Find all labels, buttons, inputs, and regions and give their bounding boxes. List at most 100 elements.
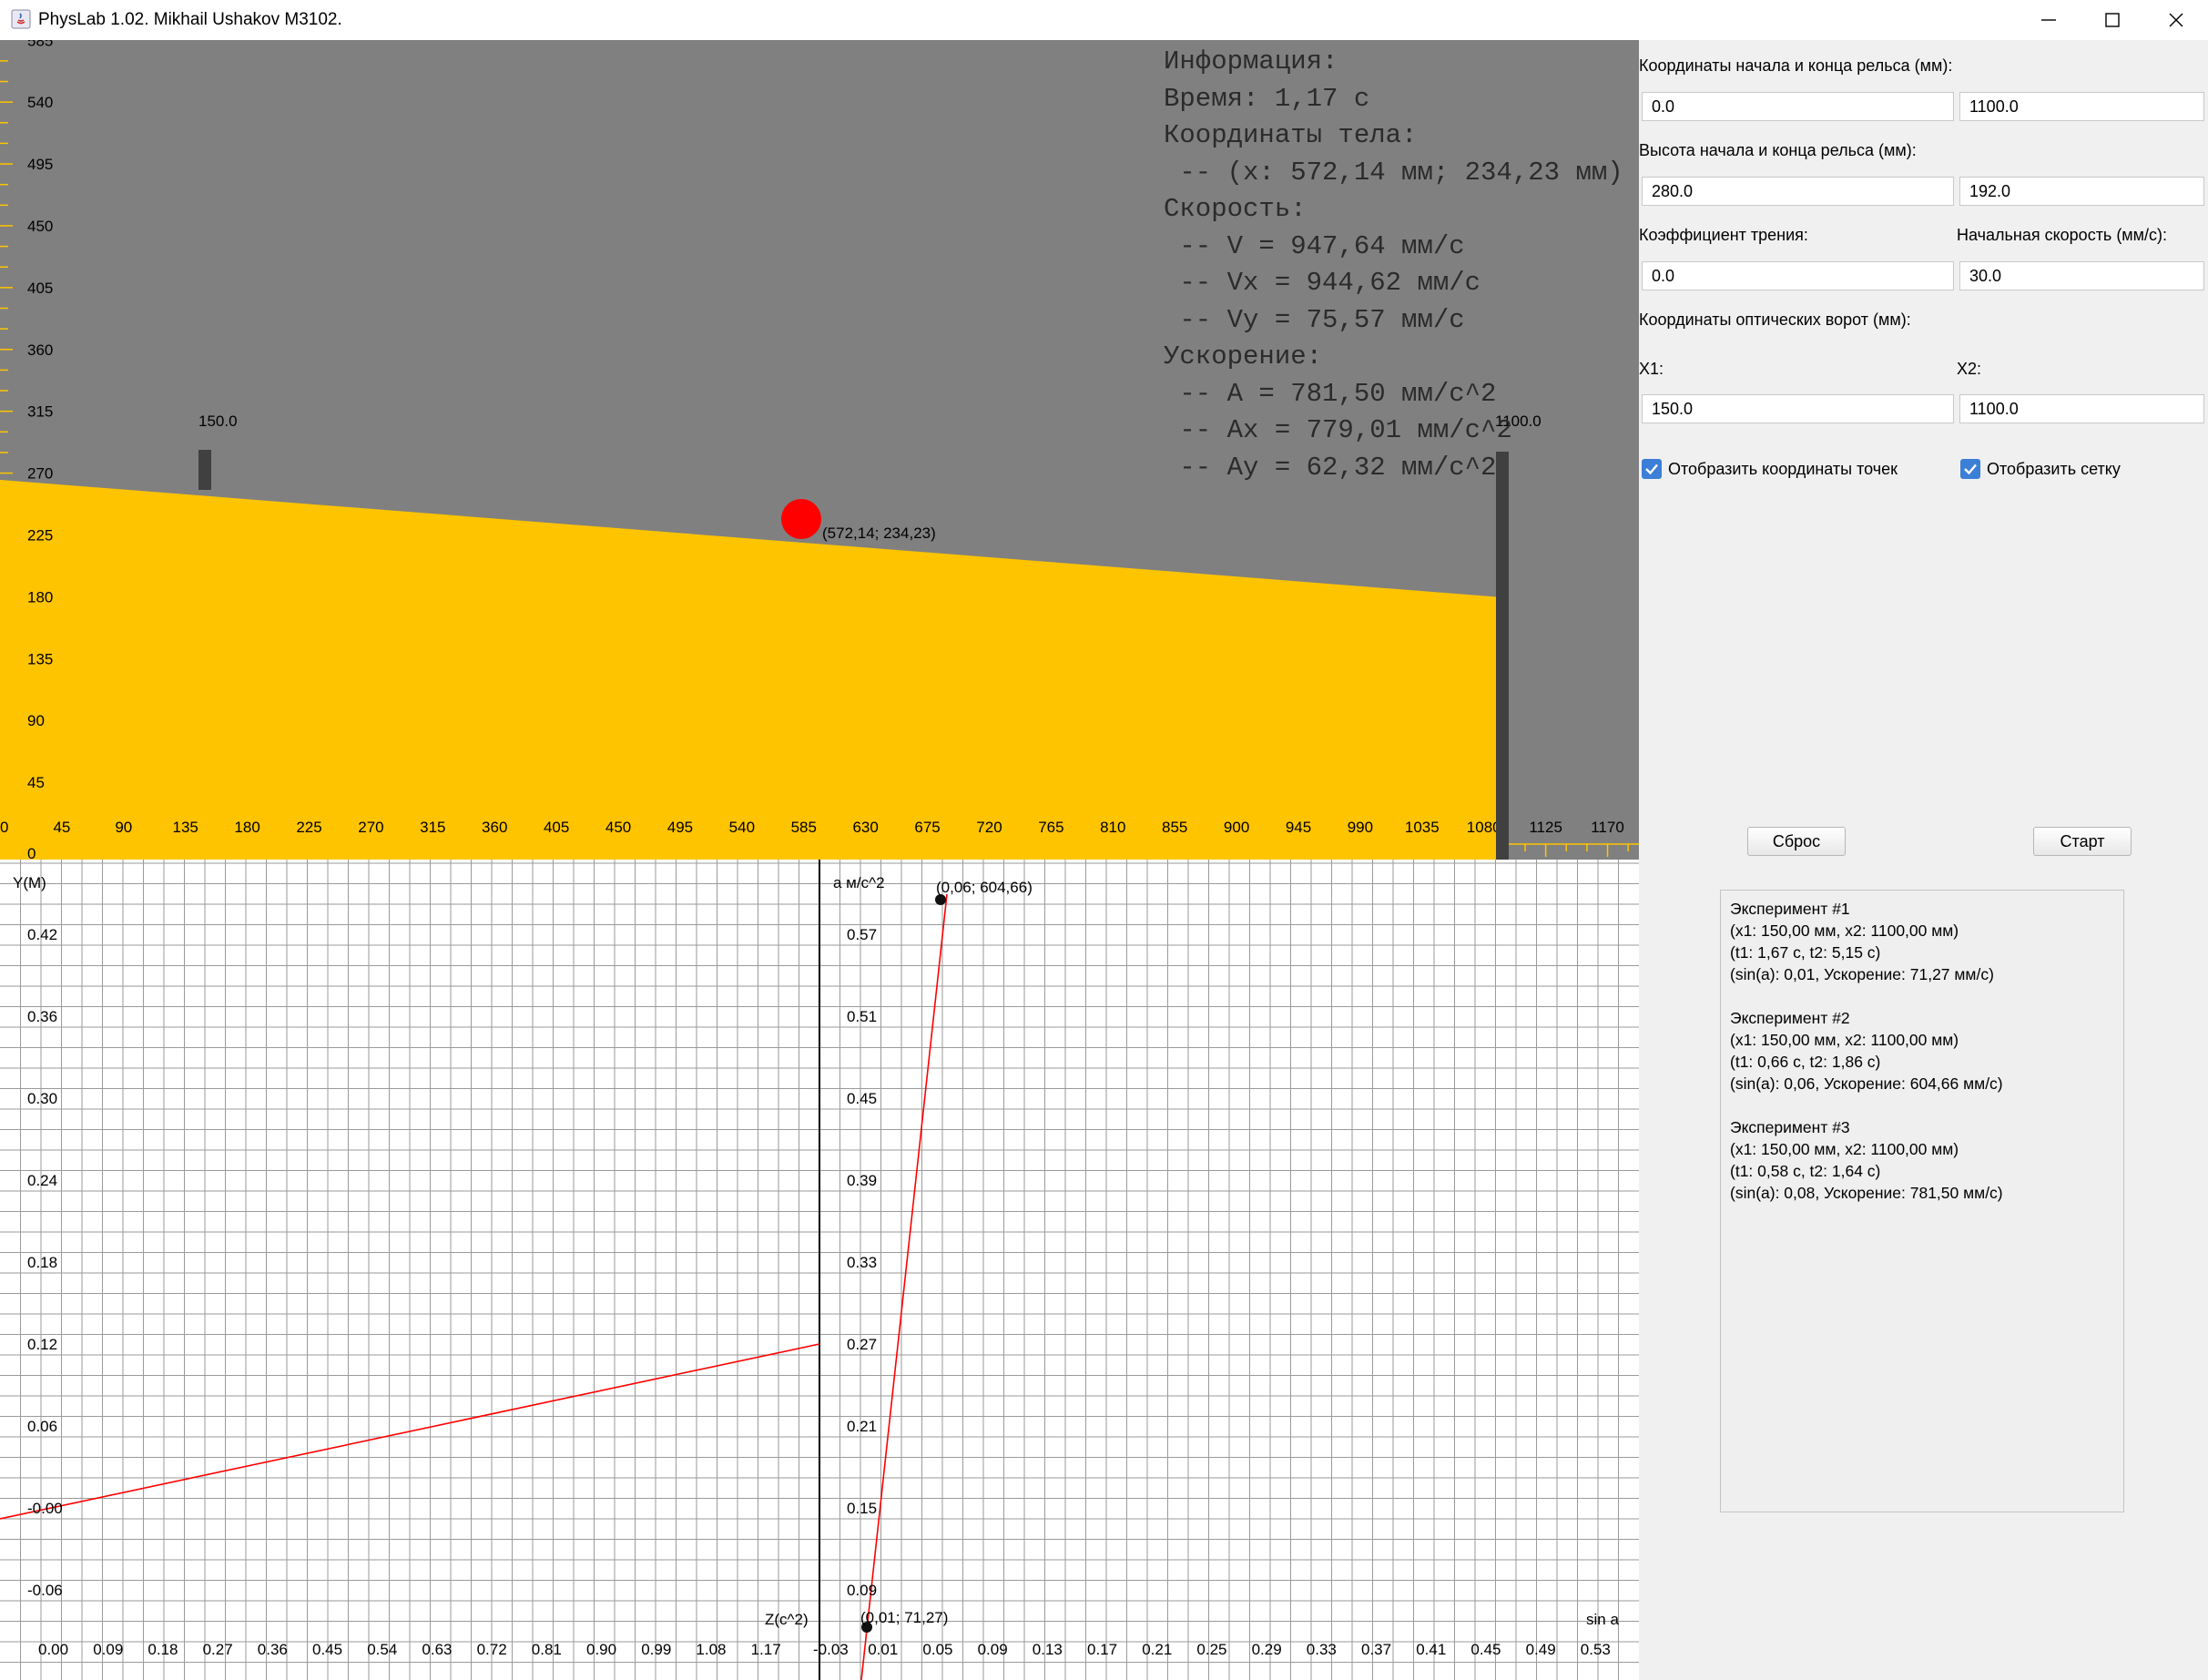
rail-end-input[interactable] — [1959, 92, 2204, 121]
graphs-canvas: (0,06; 604,66) (0,01; 71,27) Y(M) Z(c^2)… — [0, 860, 1639, 1680]
y-ruler-label: 360 — [27, 341, 53, 359]
x-ruler-label: 135 — [173, 819, 198, 836]
x-ruler-label: 405 — [544, 819, 569, 836]
info-accel-ay: -- Ay = 62,32 мм/с^2 — [1164, 452, 1497, 483]
y-ruler-label: 225 — [27, 526, 53, 544]
y-ruler-label: 135 — [27, 650, 53, 667]
info-accel-a: -- A = 781,50 мм/с^2 — [1164, 378, 1497, 409]
minimize-button[interactable] — [2017, 0, 2081, 40]
experiment-title: Эксперимент #3 — [1730, 1118, 1850, 1136]
left-x-tick-label: 0.72 — [477, 1641, 507, 1658]
right-x-tick-label: -0.03 — [813, 1641, 849, 1658]
info-coords: -- (x: 572,14 мм; 234,23 мм) — [1164, 157, 1623, 188]
left-x-tick-label: 0.99 — [641, 1641, 671, 1658]
ball-coordinates-label: (572,14; 234,23) — [822, 524, 936, 542]
minimize-icon — [2041, 19, 2056, 21]
y-ruler-label: 585 — [27, 40, 53, 49]
info-velocity-vy: -- Vy = 75,57 мм/с — [1164, 304, 1465, 335]
rail-start-input[interactable] — [1642, 92, 1954, 121]
rail-coords-label: Координаты начала и конца рельса (мм): — [1639, 56, 1953, 75]
info-velocity-v: -- V = 947,64 мм/с — [1164, 230, 1465, 261]
right-x-tick-label: 0.13 — [1033, 1641, 1063, 1658]
left-x-tick-label: 0.27 — [203, 1641, 233, 1658]
close-button[interactable] — [2144, 0, 2208, 40]
x-ruler-label: 360 — [482, 819, 507, 836]
y-ruler-label: 450 — [27, 218, 53, 235]
window-titlebar: PhysLab 1.02. Mikhail Ushakov M3102. — [0, 0, 2208, 40]
experiment-entry: Эксперимент #3 (x1: 150,00 мм, x2: 1100,… — [1730, 1116, 2114, 1204]
init-speed-input[interactable] — [1959, 261, 2204, 290]
height-start-input[interactable] — [1642, 177, 1954, 206]
x-ruler-label: 630 — [852, 819, 878, 836]
left-x-tick-label: 0.81 — [532, 1641, 562, 1658]
right-x-tick-label: 0.09 — [978, 1641, 1008, 1658]
experiment-entry: Эксперимент #2 (x1: 150,00 мм, x2: 1100,… — [1730, 1007, 2114, 1095]
y-ruler-label: 540 — [27, 94, 53, 111]
right-x-tick-label: 0.21 — [1142, 1641, 1172, 1658]
right-x-ticks: -0.03 0.01 0.05 0.09 0.13 0.17 0.21 0.25 0.29 0.3… — [813, 1641, 1611, 1658]
reset-button[interactable]: Сброс — [1747, 827, 1846, 856]
y-ruler-label: 180 — [27, 588, 53, 606]
friction-input[interactable] — [1642, 261, 1954, 290]
right-y-tick-label: 0.21 — [847, 1418, 877, 1435]
show-coords-checkbox[interactable] — [1642, 459, 1662, 479]
right-x-axis-label: sin a — [1586, 1611, 1619, 1628]
start-button[interactable]: Старт — [2033, 827, 2132, 856]
x-ruler-label: 765 — [1038, 819, 1063, 836]
x-ruler-label: 270 — [358, 819, 383, 836]
x-ruler-label: 90 — [115, 819, 132, 836]
left-x-tick-label: 0.90 — [586, 1641, 616, 1658]
right-x-tick-label: 0.33 — [1307, 1641, 1337, 1658]
left-y-tick-label: 0.06 — [27, 1418, 57, 1435]
right-x-tick-label: 0.41 — [1416, 1641, 1446, 1658]
right-y-tick-label: 0.27 — [847, 1336, 877, 1353]
x-ruler-label: 810 — [1100, 819, 1125, 836]
y-ruler-label: 90 — [27, 712, 45, 729]
data-point-2-label: (0,06; 604,66) — [936, 879, 1033, 896]
left-y-tick-label: 0.30 — [27, 1090, 57, 1107]
checkmark-icon — [1645, 463, 1658, 475]
x2-input[interactable] — [1959, 394, 2204, 423]
y-ruler-label: 270 — [27, 465, 53, 483]
right-x-tick-label: 0.53 — [1581, 1641, 1611, 1658]
right-y-tick-label: 0.45 — [847, 1090, 877, 1107]
left-y-tick-label: -0.06 — [27, 1582, 63, 1599]
left-x-tick-label: 0.36 — [258, 1641, 288, 1658]
right-y-tick-label: 0.33 — [847, 1254, 877, 1271]
x-ruler-label: 495 — [667, 819, 693, 836]
x-ruler-label: 225 — [296, 819, 321, 836]
right-x-tick-label: 0.05 — [922, 1641, 952, 1658]
experiment-times: (t1: 1,67 с, t2: 5,15 с) — [1730, 943, 1881, 962]
left-y-tick-label: 0.42 — [27, 926, 57, 943]
experiment-times: (t1: 0,58 с, t2: 1,64 с) — [1730, 1162, 1881, 1180]
right-x-tick-label: 0.49 — [1526, 1641, 1556, 1658]
left-y-tick-label: 0.12 — [27, 1336, 57, 1353]
checkmark-icon — [1964, 463, 1977, 475]
right-y-tick-label: 0.51 — [847, 1008, 877, 1025]
show-coords-label[interactable]: Отобразить координаты точек — [1668, 460, 1898, 479]
left-y-axis-label: Y(M) — [13, 874, 46, 891]
x-ruler-label: 1170 — [1591, 819, 1624, 836]
show-grid-label[interactable]: Отобразить сетку — [1987, 460, 2121, 479]
x-ruler-label: 945 — [1286, 819, 1311, 836]
x-ruler-label: 1035 — [1405, 819, 1440, 836]
close-icon — [2169, 13, 2183, 27]
right-y-tick-label: 0.15 — [847, 1500, 877, 1517]
info-velocity-vx: -- Vx = 944,62 мм/с — [1164, 268, 1481, 298]
x-ruler-zero-label: 0 — [27, 845, 36, 860]
show-grid-checkbox[interactable] — [1960, 459, 1980, 479]
info-accel-header: Ускорение: — [1164, 341, 1323, 372]
maximize-button[interactable] — [2081, 0, 2144, 40]
right-y-axis-label: a м/с^2 — [833, 874, 885, 891]
rail-height-label: Высота начала и конца рельса (мм): — [1639, 141, 1917, 159]
info-time: Время: 1,17 с — [1164, 83, 1370, 114]
right-x-tick-label: 0.17 — [1087, 1641, 1117, 1658]
x-ruler-label: 1080 — [1467, 819, 1501, 836]
experiment-gates: (x1: 150,00 мм, x2: 1100,00 мм) — [1730, 1031, 1959, 1049]
x1-input[interactable] — [1642, 394, 1954, 423]
right-x-tick-label: 0.25 — [1196, 1641, 1226, 1658]
experiments-log[interactable]: Эксперимент #1 (x1: 150,00 мм, x2: 1100,… — [1720, 890, 2124, 1512]
x-ruler-label: 0 — [0, 819, 8, 836]
height-end-input[interactable] — [1959, 177, 2204, 206]
x-ruler-label: 315 — [420, 819, 445, 836]
